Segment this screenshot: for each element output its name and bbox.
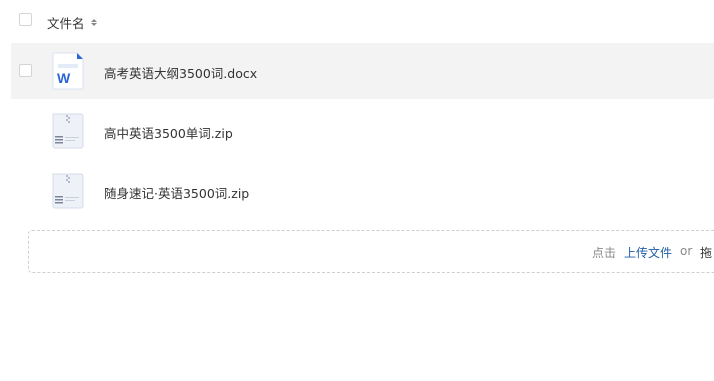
file-row[interactable]: 随身速记·英语3500词.zip [11,163,714,219]
word-doc-icon: W [52,52,84,90]
filename-column-header[interactable]: 文件名 [47,13,97,32]
svg-text:W: W [57,70,71,86]
file-row[interactable]: W 高考英语大纲3500词.docx [11,43,714,99]
zip-archive-icon [52,173,84,209]
select-all-checkbox[interactable] [19,13,32,26]
filename-column-label: 文件名 [47,16,85,31]
sort-icon[interactable] [90,19,97,26]
row-checkbox[interactable] [19,64,32,77]
file-name[interactable]: 随身速记·英语3500词.zip [104,183,249,202]
upload-or-text: or [680,244,693,258]
file-row[interactable]: 高中英语3500单词.zip [11,103,714,159]
upload-prefix-text: 点击 [592,246,617,260]
file-name[interactable]: 高考英语大纲3500词.docx [104,63,257,82]
file-name[interactable]: 高中英语3500单词.zip [104,123,233,142]
zip-archive-icon [52,113,84,149]
upload-drag-text: 拖 [700,246,713,260]
upload-file-link[interactable]: 上传文件 [624,244,672,261]
